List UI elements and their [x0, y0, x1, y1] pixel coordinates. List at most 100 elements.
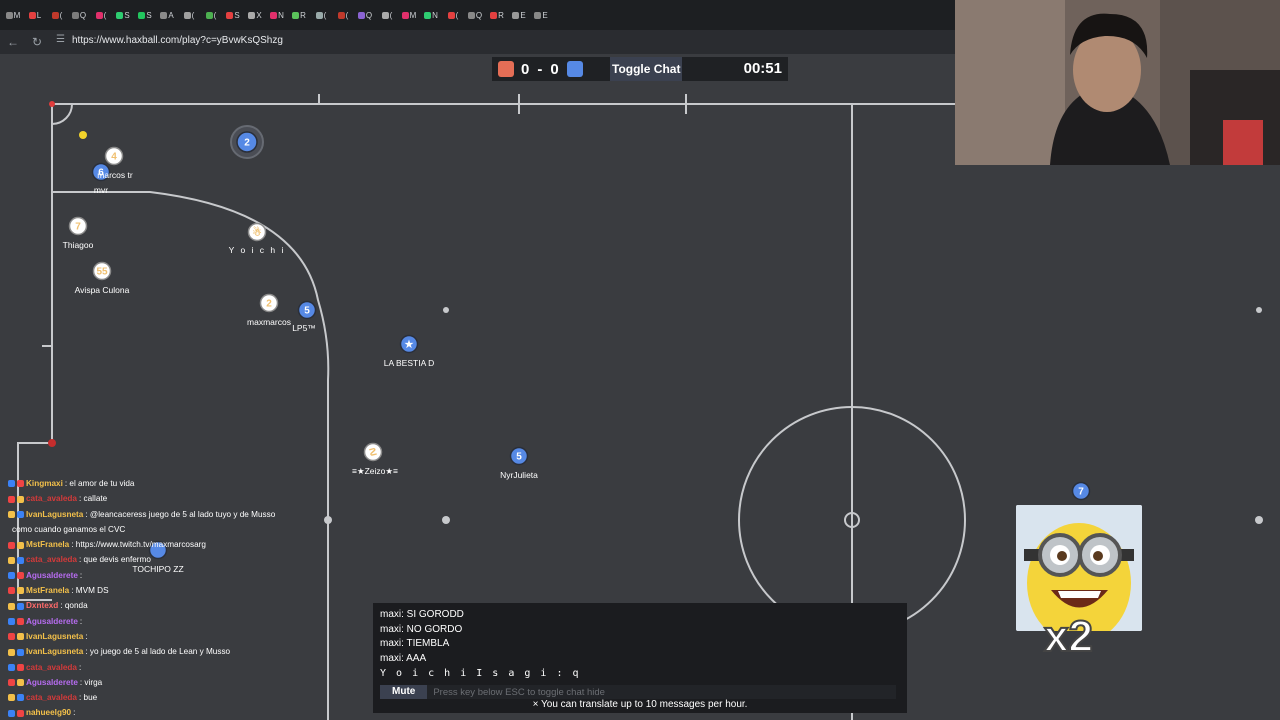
tab-label: ( — [191, 10, 195, 20]
browser-tab[interactable]: ( — [92, 6, 110, 24]
browser-tab[interactable]: N — [422, 6, 440, 24]
chat-badge-icon — [8, 541, 15, 549]
stream-chat-line: IvanLagusneta: — [0, 629, 328, 644]
tab-label: N — [278, 10, 284, 20]
url-field[interactable]: https://www.haxball.com/play?c=yBvwKsQSh… — [72, 35, 283, 46]
browser-tab[interactable]: M — [4, 6, 22, 24]
tab-favicon-icon — [534, 11, 542, 19]
toggle-chat-button[interactable]: Toggle Chat — [610, 57, 683, 81]
browser-tab[interactable]: R — [290, 6, 308, 24]
browser-tab[interactable]: E — [510, 6, 528, 24]
player-name-label: NyrJulieta — [500, 470, 538, 480]
chat-badge-icon — [8, 587, 15, 595]
chat-message-text: : callate — [78, 494, 108, 504]
player-number: ★ — [405, 340, 414, 351]
chat-badge-icon — [8, 709, 15, 717]
browser-tab[interactable]: ( — [202, 6, 220, 24]
stream-chat-line: cata_avaleda: — [0, 660, 328, 675]
tab-label: M — [13, 10, 21, 20]
tab-label: X — [256, 10, 262, 20]
player-name-label: marcos tr — [97, 170, 133, 180]
chat-badge-icon — [8, 495, 15, 503]
chat-username: cata_avaleda — [26, 555, 77, 565]
stream-chat-line: Agusalderete: — [0, 614, 328, 629]
browser-tab[interactable]: S — [224, 6, 242, 24]
browser-tab[interactable]: ( — [48, 6, 66, 24]
chat-badge-icon — [17, 648, 24, 656]
blue-score: 0 — [550, 60, 560, 78]
browser-tab[interactable]: ( — [444, 6, 462, 24]
tab-favicon-icon — [248, 11, 256, 19]
chat-badge-icon — [8, 633, 15, 641]
player-number: 55 — [96, 267, 108, 278]
tab-favicon-icon — [315, 11, 323, 19]
chat-badge-icon — [17, 495, 24, 503]
tab-favicon-icon — [95, 11, 103, 19]
browser-tab[interactable]: A — [158, 6, 176, 24]
chat-message-text: : que devis enfermo — [78, 555, 151, 565]
tab-label: ( — [455, 10, 459, 20]
browser-tab[interactable]: R — [488, 6, 506, 24]
tab-favicon-icon — [424, 11, 432, 19]
browser-tab[interactable]: N — [268, 6, 286, 24]
player-number: ☃ — [253, 226, 262, 239]
browser-tab[interactable]: X — [246, 6, 264, 24]
browser-tab[interactable]: E — [532, 6, 550, 24]
browser-tab[interactable]: ( — [378, 6, 396, 24]
game-chat-message: maxi: AAA — [380, 653, 427, 665]
site-info-icon[interactable]: ☰ — [56, 34, 65, 45]
tab-favicon-icon — [160, 11, 168, 19]
chat-badge-icon — [17, 587, 24, 595]
chat-username: MstFranela — [26, 540, 70, 550]
chat-badge-icon — [8, 694, 15, 702]
browser-tab[interactable]: Q — [70, 6, 88, 24]
player-name-label: ≡★Zeizo★≡ — [352, 466, 398, 476]
chat-badge-icon — [8, 663, 15, 671]
tab-favicon-icon — [183, 11, 191, 19]
player-number: 4 — [111, 152, 117, 163]
chat-badge-icon — [17, 694, 24, 702]
browser-tab[interactable]: ( — [312, 6, 330, 24]
browser-tab[interactable]: ( — [180, 6, 198, 24]
chat-message-text: : — [73, 708, 76, 718]
tab-label: S — [146, 10, 152, 20]
chat-badge-icon — [17, 556, 24, 564]
tab-favicon-icon — [292, 11, 300, 19]
browser-tab[interactable]: M — [400, 6, 418, 24]
chat-message-text: : — [85, 631, 88, 641]
tab-label: Q — [79, 10, 87, 20]
tab-label: ( — [345, 10, 349, 20]
chat-username: Kingmaxi — [26, 479, 63, 488]
browser-tab[interactable]: S — [114, 6, 132, 24]
chat-input[interactable]: Press key below ESC to toggle chat hide — [433, 687, 605, 698]
scoreboard: 0 - 0 Toggle Chat 00:51 — [492, 57, 788, 81]
chat-username: cata_avaleda — [26, 693, 77, 703]
tab-favicon-icon — [116, 11, 124, 19]
browser-tab[interactable]: Q — [466, 6, 484, 24]
stream-chat-line: como cuando ganamos el CVC — [0, 522, 328, 537]
chat-badge-icon — [8, 618, 15, 625]
stream-chat-line: IvanLagusneta: yo juego de 5 al lado de … — [0, 644, 328, 659]
browser-tab[interactable]: Q — [356, 6, 374, 24]
tab-label: Q — [365, 10, 373, 20]
browser-tab[interactable]: S — [136, 6, 154, 24]
tab-favicon-icon — [205, 11, 213, 19]
chat-badge-icon — [17, 633, 24, 641]
mute-button[interactable]: Mute — [380, 685, 428, 699]
tab-favicon-icon — [447, 11, 455, 19]
tab-favicon-icon — [381, 11, 389, 19]
tab-label: R — [300, 10, 306, 20]
back-icon[interactable]: ← — [2, 35, 24, 49]
reload-icon[interactable]: ↻ — [26, 35, 48, 49]
chat-badge-icon — [8, 572, 15, 580]
chat-username: Agusalderete — [26, 570, 78, 580]
browser-tab[interactable]: L — [26, 6, 44, 24]
tab-favicon-icon — [138, 11, 146, 19]
red-score: 0 — [521, 60, 531, 78]
chat-message-text: : @leancaceress juego de 5 al lado tuyo … — [85, 509, 276, 519]
browser-tab[interactable]: ( — [334, 6, 352, 24]
chat-username: cata_avaleda — [26, 662, 77, 672]
chat-message-text: : virga — [79, 677, 103, 687]
chat-input-row: Mute Press key below ESC to toggle chat … — [380, 685, 896, 699]
tab-label: ( — [103, 10, 107, 20]
